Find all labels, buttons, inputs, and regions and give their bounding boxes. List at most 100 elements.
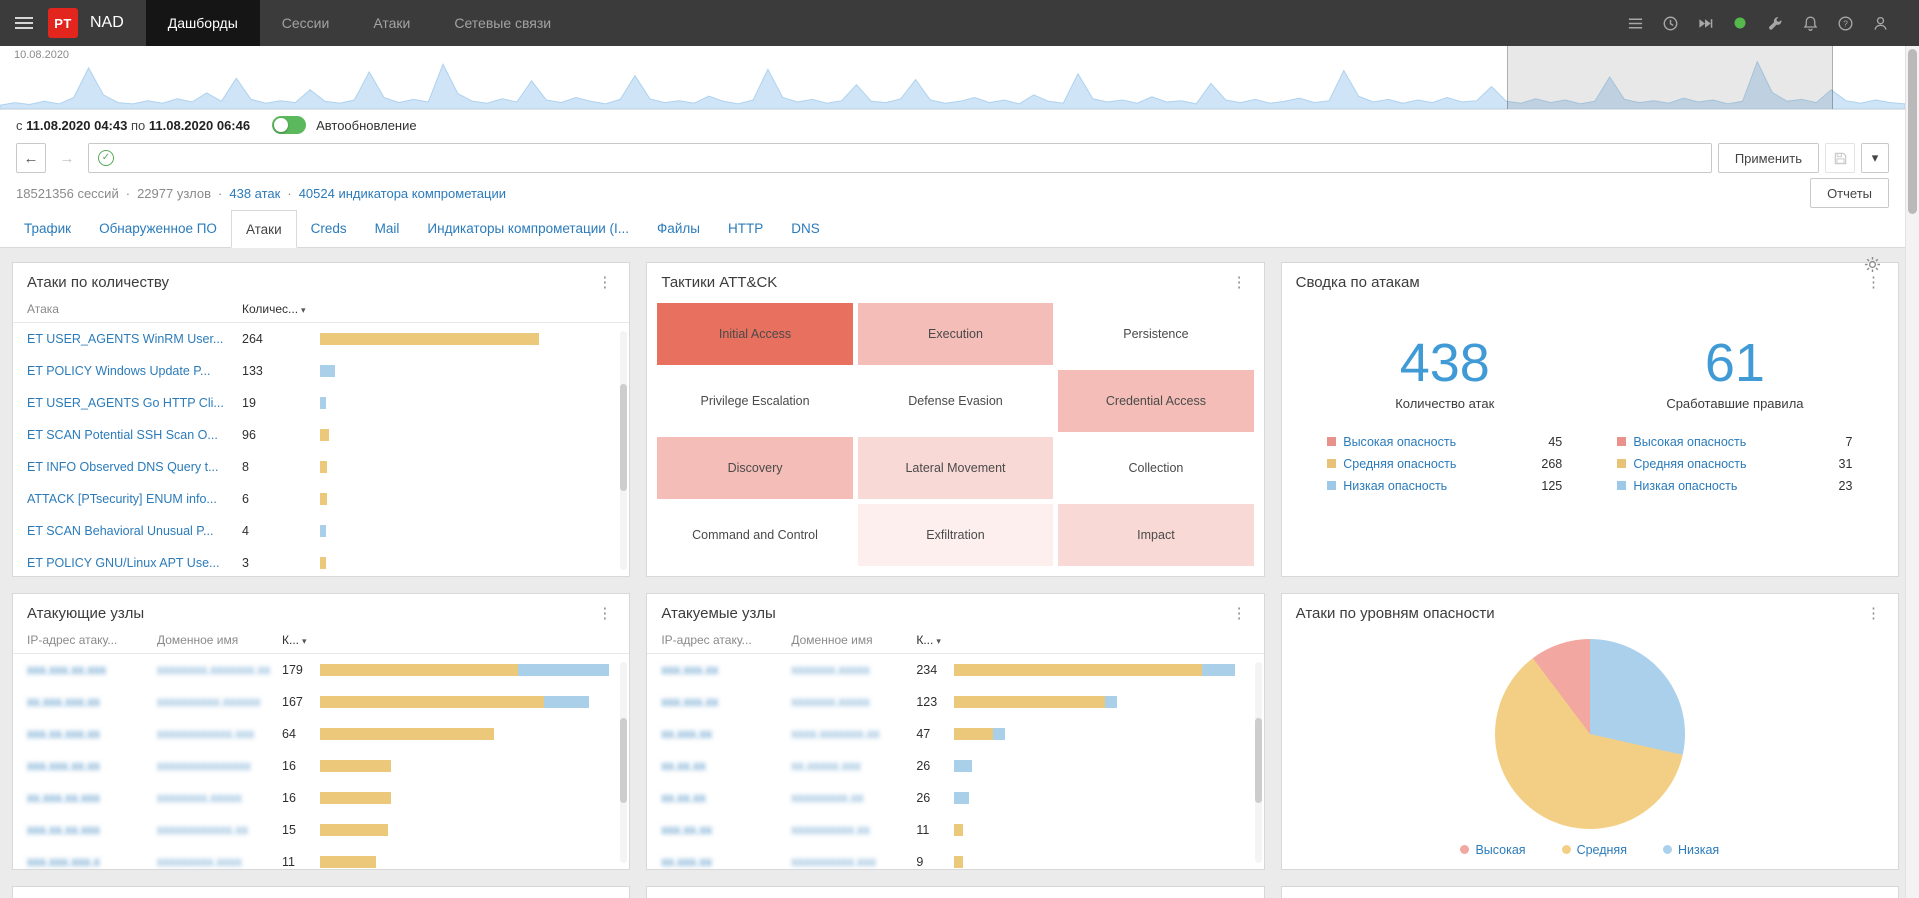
card-menu-icon[interactable]: ⋮ [1863, 275, 1884, 290]
target-ip-link[interactable]: xx.xx.xx [661, 759, 791, 773]
attack-name-link[interactable]: ET USER_AGENTS Go HTTP Cli... [27, 396, 242, 410]
severity-pie-chart[interactable] [1494, 638, 1685, 829]
hamburger-menu-icon[interactable] [0, 0, 48, 46]
attacker-ip-link[interactable]: xx.xxx.xx.xxx [27, 791, 157, 805]
target-domain[interactable]: xxxx.xxxxxxx.xx [791, 727, 916, 741]
attack-count-big[interactable]: 438 [1400, 335, 1490, 392]
dashboard-tab[interactable]: Файлы [643, 210, 714, 247]
reports-button[interactable]: Отчеты [1810, 178, 1889, 208]
help-icon[interactable]: ? [1836, 14, 1854, 32]
severity-link[interactable]: Низкая опасность [1343, 479, 1447, 493]
dashboard-tab[interactable]: Атаки [230, 210, 297, 248]
attack-name-link[interactable]: ET POLICY GNU/Linux APT Use... [27, 556, 242, 570]
target-domain[interactable]: xxxxxxxxxx.xxx [791, 855, 916, 869]
attck-tactic-cell[interactable]: Defense Evasion [857, 370, 1054, 432]
col-count[interactable]: К... ▾ [282, 633, 320, 647]
iocs-count-link[interactable]: 40524 индикатора компрометации [299, 186, 506, 201]
card-menu-icon[interactable]: ⋮ [1229, 606, 1250, 621]
timeline-selection[interactable] [1506, 46, 1833, 109]
dashboard-settings-gear-icon[interactable] [1864, 256, 1881, 273]
attacker-domain[interactable]: xxxxxxxxxxxx.xxx [157, 727, 282, 741]
attck-tactic-cell[interactable]: Exfiltration [857, 504, 1054, 566]
dashboard-tab[interactable]: Индикаторы компрометации (I... [413, 210, 643, 247]
dashboard-tab[interactable]: Обнаруженное ПО [85, 210, 231, 247]
attacker-ip-link[interactable]: xxx.xxx.xx.xx [27, 759, 157, 773]
target-ip-link[interactable]: xxx.xxx.xx [661, 695, 791, 709]
target-ip-link[interactable]: xx.xxx.xx [661, 855, 791, 869]
target-domain[interactable]: xxxxxxx.xxxxx [791, 695, 916, 709]
attack-name-link[interactable]: ET INFO Observed DNS Query t... [27, 460, 242, 474]
attack-name-link[interactable]: ET POLICY Windows Update P... [27, 364, 242, 378]
card-menu-icon[interactable]: ⋮ [594, 275, 615, 290]
col-domain[interactable]: Доменное имя [157, 633, 282, 647]
attacker-domain[interactable]: xxxxxxxx.xxxxx [157, 791, 282, 805]
attacker-ip-link[interactable]: xx.xxx.xxx.xx [27, 695, 157, 709]
dashboard-tab[interactable]: Трафик [10, 210, 85, 247]
scrollbar-thumb[interactable] [1908, 49, 1917, 214]
severity-link[interactable]: Средняя опасность [1343, 457, 1456, 471]
col-attack[interactable]: Атака [27, 302, 242, 316]
wrench-icon[interactable] [1766, 14, 1784, 32]
card-scrollbar[interactable] [1254, 662, 1262, 863]
nav-item[interactable]: Атаки [351, 0, 432, 46]
col-ip[interactable]: IP-адрес атаку... [27, 633, 157, 647]
rules-count-big[interactable]: 61 [1705, 335, 1765, 392]
attck-tactic-cell[interactable]: Lateral Movement [857, 437, 1054, 499]
history-forward-button[interactable]: → [52, 143, 82, 173]
severity-link[interactable]: Высокая опасность [1343, 435, 1456, 449]
attacker-ip-link[interactable]: xxx.xx.xxx.xx [27, 727, 157, 741]
target-domain[interactable]: xxxxxxxxx.xx [791, 791, 916, 805]
attacker-domain[interactable]: xxxxxxxx.xxxxxxx.xx [157, 663, 282, 677]
target-domain[interactable]: xxxxxxxxxx.xx [791, 823, 916, 837]
col-domain[interactable]: Доменное имя [791, 633, 916, 647]
attck-tactic-cell[interactable]: Initial Access [657, 303, 853, 365]
card-scrollbar[interactable] [620, 662, 628, 863]
target-domain[interactable]: xxxxxxx.xxxxx [791, 663, 916, 677]
attacker-domain[interactable]: xxxxxxxxxx.xxxxxx [157, 695, 282, 709]
dashboard-tab[interactable]: HTTP [714, 210, 777, 247]
col-count[interactable]: Количес... ▾ [242, 302, 320, 316]
attack-name-link[interactable]: ET SCAN Behavioral Unusual P... [27, 524, 242, 538]
attck-tactic-cell[interactable]: Credential Access [1058, 370, 1254, 432]
target-ip-link[interactable]: xxx.xx.xx [661, 823, 791, 837]
severity-link[interactable]: Низкая опасность [1633, 479, 1737, 493]
attacks-count-link[interactable]: 438 атак [229, 186, 280, 201]
skip-forward-icon[interactable] [1696, 14, 1714, 32]
query-dropdown-button[interactable]: ▾ [1861, 143, 1889, 173]
attck-tactic-cell[interactable]: Collection [1058, 437, 1254, 499]
attck-tactic-cell[interactable]: Privilege Escalation [657, 370, 853, 432]
attacker-ip-link[interactable]: xxx.xxx.xxx.x [27, 855, 157, 869]
status-dot-icon[interactable] [1731, 14, 1749, 32]
attck-tactic-cell[interactable]: Discovery [657, 437, 853, 499]
attck-tactic-cell[interactable]: Execution [857, 303, 1054, 365]
history-back-button[interactable]: ← [16, 143, 46, 173]
col-count[interactable]: К... ▾ [916, 633, 954, 647]
apply-button[interactable]: Применить [1717, 143, 1819, 173]
attacker-ip-link[interactable]: xxx.xxx.xx.xxx [27, 663, 157, 677]
bell-icon[interactable] [1801, 14, 1819, 32]
autorefresh-toggle[interactable] [272, 116, 307, 134]
user-icon[interactable] [1871, 14, 1889, 32]
nav-item[interactable]: Дашборды [145, 0, 260, 46]
attacker-domain[interactable]: xxxxxxxxxxxxxxx [157, 759, 282, 773]
save-filter-button[interactable] [1825, 143, 1855, 173]
list-icon[interactable] [1626, 14, 1644, 32]
attacker-ip-link[interactable]: xxx.xx.xx.xxx [27, 823, 157, 837]
pie-legend-item[interactable]: Высокая [1460, 843, 1526, 857]
nav-item[interactable]: Сессии [260, 0, 352, 46]
nav-item[interactable]: Сетевые связи [432, 0, 573, 46]
target-ip-link[interactable]: xx.xxx.xx [661, 727, 791, 741]
attack-name-link[interactable]: ATTACK [PTsecurity] ENUM info... [27, 492, 242, 506]
card-menu-icon[interactable]: ⋮ [594, 606, 615, 621]
attacker-domain[interactable]: xxxxxxxxxxxx.xx [157, 823, 282, 837]
attacker-domain[interactable]: xxxxxxxxx.xxxx [157, 855, 282, 869]
dashboard-tab[interactable]: DNS [777, 210, 834, 247]
target-ip-link[interactable]: xxx.xxx.xx [661, 663, 791, 677]
attck-tactic-cell[interactable]: Impact [1058, 504, 1254, 566]
target-ip-link[interactable]: xx.xx.xx [661, 791, 791, 805]
severity-link[interactable]: Высокая опасность [1633, 435, 1746, 449]
attack-name-link[interactable]: ET SCAN Potential SSH Scan O... [27, 428, 242, 442]
filter-query-input[interactable] [123, 150, 1702, 166]
traffic-timeline[interactable]: 10.08.2020 [0, 46, 1905, 110]
target-domain[interactable]: xx.xxxxx.xxx [791, 759, 916, 773]
